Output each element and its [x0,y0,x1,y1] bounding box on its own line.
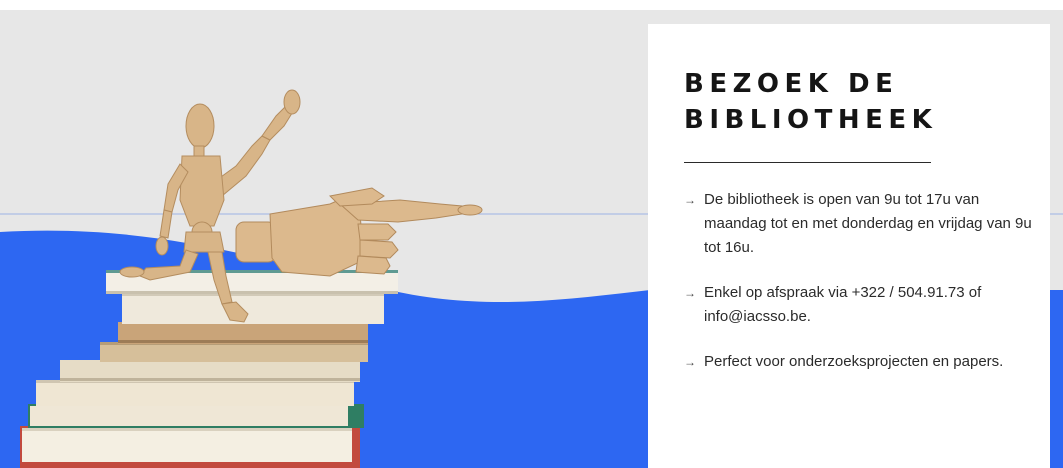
list-item: → De bibliotheek is open van 9u tot 17u … [684,188,1044,260]
section-title: BEZOEK DE BIBLIOTHEEK [684,69,938,135]
title-divider [684,162,931,163]
opening-hours-text: De bibliotheek is open van 9u tot 17u va… [704,191,1032,256]
arrow-right-icon: → [684,193,696,207]
research-text: Perfect voor onderzoeksprojecten en pape… [704,353,1004,370]
arrow-right-icon: → [684,355,696,369]
top-white-strip [0,0,1063,10]
book [36,380,354,406]
book [122,292,384,324]
info-list: → De bibliotheek is open van 9u tot 17u … [684,188,1050,374]
list-item: → Enkel op afspraak via +322 / 504.91.73… [684,281,1044,329]
visit-info-card: BEZOEK DE BIBLIOTHEEK → De bibliotheek i… [648,24,1050,468]
appointment-text: Enkel op afspraak via +322 / 504.91.73 o… [704,284,982,325]
library-visit-hero: BEZOEK DE BIBLIOTHEEK → De bibliotheek i… [0,0,1063,468]
list-item: → Perfect voor onderzoeksprojecten en pa… [684,350,1044,374]
right-blue-edge [1050,290,1063,468]
arrow-right-icon: → [684,286,696,300]
